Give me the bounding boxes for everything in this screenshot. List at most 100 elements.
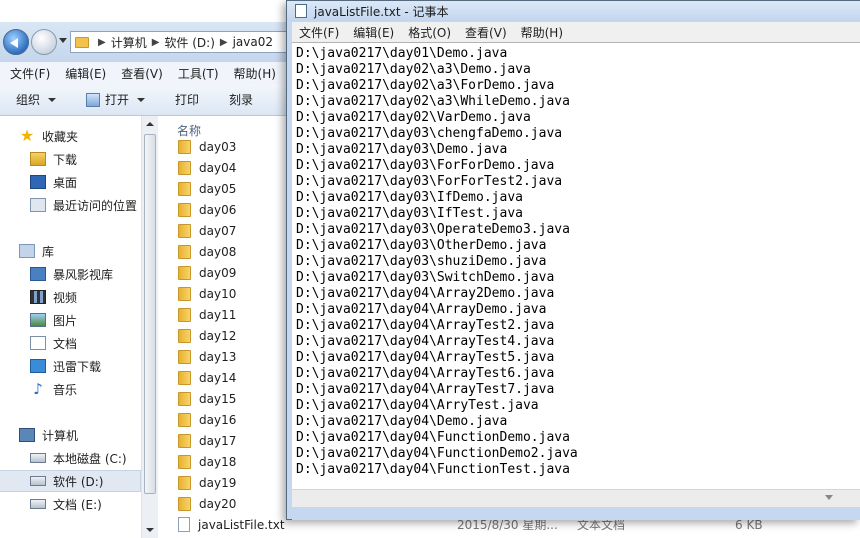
recent-places-icon [30,198,46,212]
folder-name: day07 [199,223,237,238]
burn-button[interactable]: 刻录 [229,91,253,108]
scrollbar-thumb[interactable] [144,134,156,494]
scroll-up-arrow-icon[interactable] [146,122,154,126]
menu-view[interactable]: 查看(V) [111,65,168,82]
library-icon [19,244,35,258]
folder-row-day15[interactable]: day15 [178,388,236,409]
chevron-right-icon[interactable]: ▶ [152,37,160,48]
folder-icon [178,223,191,238]
folder-row-day03[interactable]: day03 [178,136,236,157]
organize-button[interactable]: 组织 [16,91,57,108]
folder-row-day05[interactable]: day05 [178,178,236,199]
menu-tools[interactable]: 工具(T) [168,65,224,82]
nav-computer[interactable]: 计算机 [0,424,141,446]
downloads-folder-icon [30,152,46,166]
text-editor[interactable]: D:\java0217\day01\Demo.java D:\java0217\d… [292,42,860,489]
folder-row-day10[interactable]: day10 [178,283,236,304]
folder-row-day12[interactable]: day12 [178,325,236,346]
folder-row-day04[interactable]: day04 [178,157,236,178]
video-icon [30,290,46,304]
nav-drive-d[interactable]: 软件 (D:) [0,470,141,492]
chevron-right-icon[interactable]: ▶ [220,37,228,48]
nav-documents[interactable]: 文档 [0,332,141,354]
menu-help[interactable]: 帮助(H) [514,24,570,41]
open-label: 打开 [105,93,130,107]
folder-name: day15 [199,391,237,406]
nav-favorites[interactable]: ★ 收藏夹 [0,125,141,147]
nav-videos[interactable]: 视频 [0,286,141,308]
nav-label: 文档 [53,336,78,351]
folder-name: day12 [199,328,237,343]
text-line: D:\java0217\day03\IfDemo.java [296,190,523,205]
folder-name: day05 [199,181,237,196]
folder-name: day09 [199,265,237,280]
nav-label: 最近访问的位置 [53,198,138,213]
nav-downloads[interactable]: 下载 [0,148,141,170]
folder-icon [178,307,191,322]
folder-name: day08 [199,244,237,259]
folder-row-day13[interactable]: day13 [178,346,236,367]
command-bar: 组织 打开 打印 刻录 [0,84,290,116]
scroll-down-arrow-icon[interactable] [825,495,833,500]
chevron-right-icon[interactable]: ▶ [98,37,106,48]
folder-name: day14 [199,370,237,385]
desktop-icon [30,175,46,189]
text-line: D:\java0217\day03\SwitchDemo.java [296,270,555,285]
folder-row-day07[interactable]: day07 [178,220,236,241]
nav-label: 本地磁盘 (C:) [53,451,127,466]
folder-icon [75,36,89,48]
folder-row-day20[interactable]: day20 [178,493,236,514]
text-line: D:\java0217\day04\ArrayTest2.java [296,318,555,333]
nav-label: 音乐 [53,382,78,397]
folder-row-day19[interactable]: day19 [178,472,236,493]
nav-recent-places[interactable]: 最近访问的位置 [0,194,141,216]
nav-label: 计算机 [42,428,79,443]
folder-row-day11[interactable]: day11 [178,304,236,325]
open-button[interactable]: 打开 [86,91,146,108]
breadcrumb-java02[interactable]: java02 [233,35,273,49]
folder-icon [178,139,191,154]
nav-baofeng-library[interactable]: 暴风影视库 [0,263,141,285]
breadcrumb-computer[interactable]: 计算机 [111,34,147,51]
scroll-down-arrow-icon[interactable] [146,528,154,532]
folder-row-day14[interactable]: day14 [178,367,236,388]
breadcrumb-drive-d[interactable]: 软件 (D:) [164,34,214,51]
nav-desktop[interactable]: 桌面 [0,171,141,193]
breadcrumb[interactable]: ▶ 计算机 ▶ 软件 (D:) ▶ java02 [70,31,292,53]
nav-label: 库 [42,244,55,259]
nav-pictures[interactable]: 图片 [0,309,141,331]
nav-music[interactable]: ♪ 音乐 [0,378,141,400]
text-line: D:\java0217\day02\a3\WhileDemo.java [296,94,570,109]
nav-drive-c[interactable]: 本地磁盘 (C:) [0,447,141,469]
text-line: D:\java0217\day04\ArryTest.java [296,398,539,413]
nav-libraries[interactable]: 库 [0,240,141,262]
forward-arrow-icon[interactable] [31,29,57,55]
chevron-down-icon[interactable] [59,38,67,43]
text-line: D:\java0217\day04\FunctionDemo.java [296,430,570,445]
notepad-title-bar[interactable]: javaListFile.txt - 记事本 [287,1,860,21]
folder-icon [178,349,191,364]
menu-help[interactable]: 帮助(H) [224,65,281,82]
folder-icon [178,160,191,175]
menu-view[interactable]: 查看(V) [458,24,514,41]
back-arrow-icon[interactable] [3,29,29,55]
horizontal-scrollbar[interactable] [292,489,860,507]
menu-format[interactable]: 格式(O) [401,24,458,41]
folder-row-day09[interactable]: day09 [178,262,236,283]
nav-drive-e[interactable]: 文档 (E:) [0,493,141,515]
nav-xunlei-downloads[interactable]: 迅雷下载 [0,355,141,377]
folder-row-day16[interactable]: day16 [178,409,236,430]
menu-edit[interactable]: 编辑(E) [346,24,401,41]
folder-row-day06[interactable]: day06 [178,199,236,220]
menu-edit[interactable]: 编辑(E) [55,65,111,82]
file-name: javaListFile.txt [198,517,285,532]
caret-down-icon [137,97,146,102]
folder-row-day17[interactable]: day17 [178,430,236,451]
menu-file[interactable]: 文件(F) [0,65,55,82]
menu-file[interactable]: 文件(F) [292,24,346,41]
folder-row-day08[interactable]: day08 [178,241,236,262]
text-line: D:\java0217\day03\chengfaDemo.java [296,126,563,141]
print-button[interactable]: 打印 [175,91,199,108]
folder-row-day18[interactable]: day18 [178,451,236,472]
nav-pane-scrollbar[interactable] [141,116,158,538]
